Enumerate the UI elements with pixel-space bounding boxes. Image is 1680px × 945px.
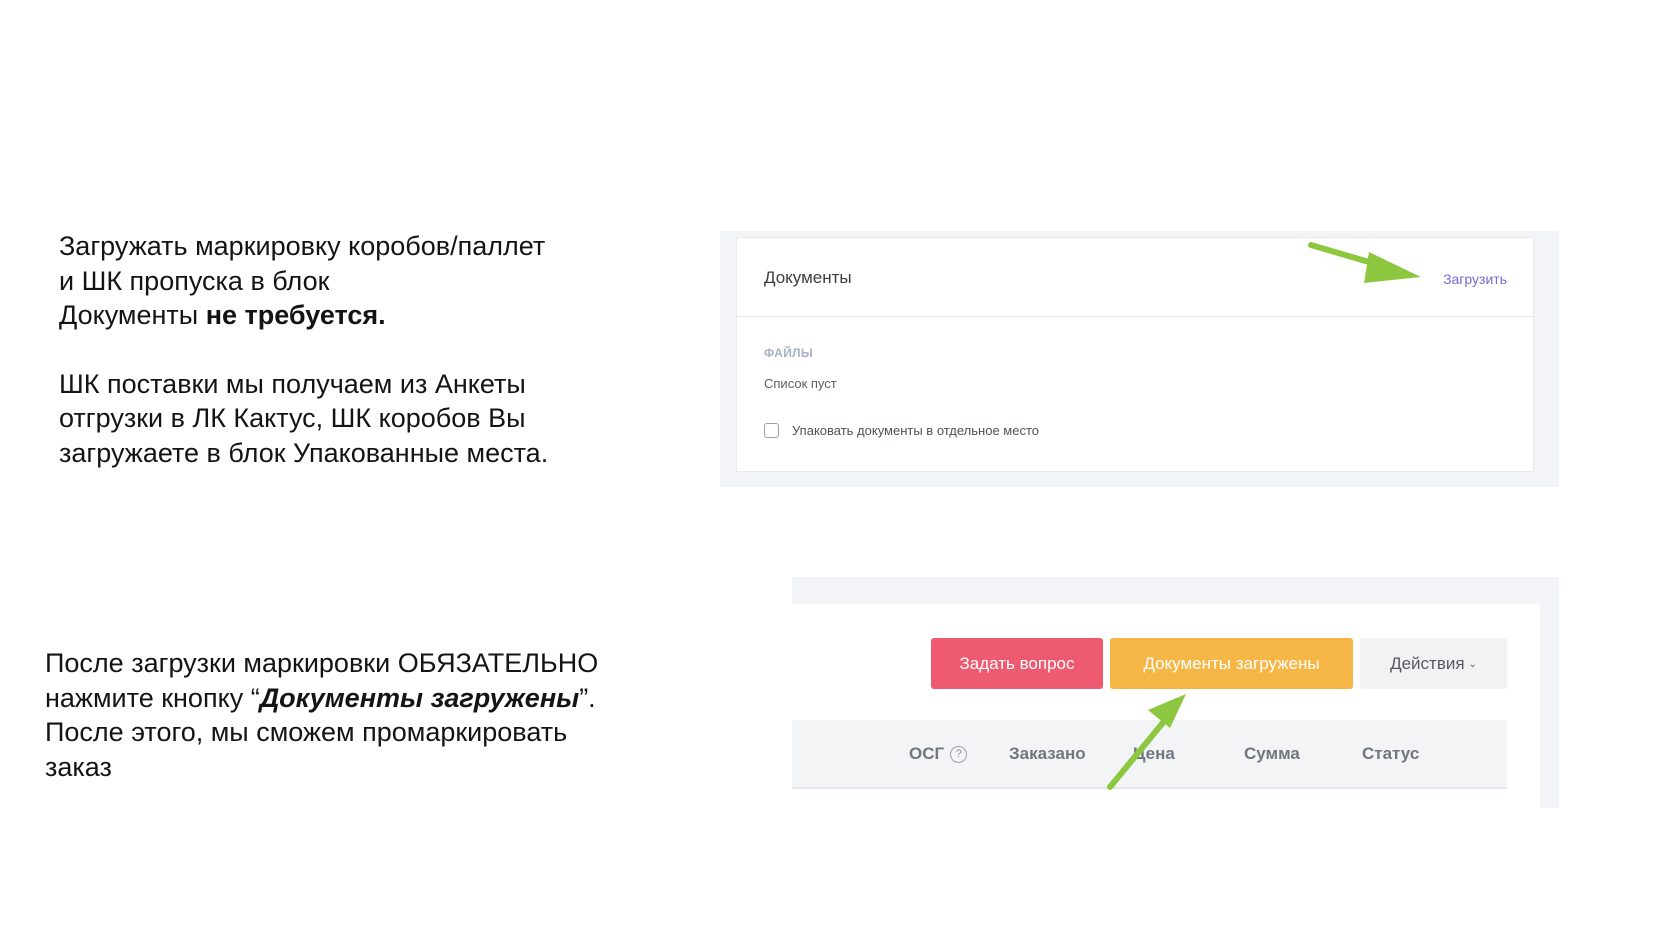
- instruction-text: ”.: [579, 682, 596, 713]
- documents-card: Документы Загрузить ФАЙЛЫ Список пуст Уп…: [736, 237, 1534, 472]
- instruction-text: ШК поставки мы получаем из Анкеты: [59, 368, 526, 399]
- column-header-label: ОСГ: [909, 744, 945, 763]
- instruction-line: отгрузки в ЛК Кактус, ШК коробов Вы: [59, 401, 659, 436]
- instruction-text: Документы: [59, 300, 206, 330]
- instruction-emphasis: не требуется.: [205, 300, 386, 330]
- instruction-block-1: Загружать маркировку коробов/паллет и ШК…: [59, 229, 659, 470]
- column-header-sum[interactable]: Сумма: [1244, 744, 1300, 764]
- instruction-text: После загрузки маркировки ОБЯЗАТЕЛЬНО: [45, 648, 599, 678]
- actions-button-label: Действия: [1390, 654, 1465, 673]
- column-header-ordered[interactable]: Заказано: [1009, 744, 1086, 764]
- instruction-line: нажмите кнопку “Документы загружены”.: [45, 681, 685, 716]
- pack-documents-label[interactable]: Упаковать документы в отдельное место: [792, 423, 1039, 438]
- documents-uploaded-button[interactable]: Документы загружены: [1110, 638, 1353, 689]
- order-actions-screenshot: Задать вопрос Документы загружены Действ…: [792, 577, 1559, 808]
- instruction-text: отгрузки в ЛК Кактус, ШК коробов Вы: [59, 403, 526, 433]
- files-section-label: ФАЙЛЫ: [764, 346, 813, 360]
- table-header-row: ОСГ? Заказано Цена Сумма Статус: [792, 720, 1507, 789]
- upload-link[interactable]: Загрузить: [1443, 271, 1507, 287]
- pack-documents-checkbox[interactable]: [764, 423, 779, 438]
- instruction-text: Загружать маркировку коробов/паллет: [59, 231, 546, 261]
- instruction-text: заказ: [45, 751, 112, 782]
- instruction-line: загружаете в блок Упакованные места.: [59, 436, 659, 471]
- instruction-line: ШК поставки мы получаем из Анкеты: [59, 367, 659, 402]
- instruction-line: Загружать маркировку коробов/паллет: [59, 229, 659, 264]
- ask-question-button[interactable]: Задать вопрос: [931, 638, 1103, 689]
- column-header-price[interactable]: Цена: [1133, 744, 1175, 764]
- files-empty-text: Список пуст: [764, 376, 837, 391]
- help-icon[interactable]: ?: [950, 746, 968, 763]
- documents-screenshot: Документы Загрузить ФАЙЛЫ Список пуст Уп…: [720, 231, 1559, 487]
- instruction-block-2: После загрузки маркировки ОБЯЗАТЕЛЬНО на…: [45, 646, 685, 784]
- documents-card-header: Документы Загрузить: [737, 238, 1533, 317]
- column-header-status[interactable]: Статус: [1362, 744, 1419, 764]
- instruction-emphasis: Документы загружены: [259, 682, 580, 713]
- actions-dropdown-button[interactable]: Действия ⌄: [1360, 638, 1507, 689]
- documents-title: Документы: [764, 268, 852, 287]
- instruction-line: заказ: [45, 750, 685, 785]
- instruction-text: загружаете в блок Упакованные места.: [59, 437, 549, 468]
- instruction-text: и ШК пропуска в блок: [59, 265, 330, 296]
- instruction-line: Документы не требуется.: [59, 298, 659, 333]
- instruction-text: нажмите кнопку “: [45, 682, 260, 713]
- instruction-line: После загрузки маркировки ОБЯЗАТЕЛЬНО: [45, 646, 685, 681]
- column-header-osg[interactable]: ОСГ?: [909, 744, 968, 764]
- chevron-down-icon: ⌄: [1468, 659, 1477, 671]
- instruction-text: После этого, мы сможем промаркировать: [45, 717, 568, 747]
- instruction-line: После этого, мы сможем промаркировать: [45, 715, 685, 750]
- instruction-line: и ШК пропуска в блок: [59, 264, 659, 299]
